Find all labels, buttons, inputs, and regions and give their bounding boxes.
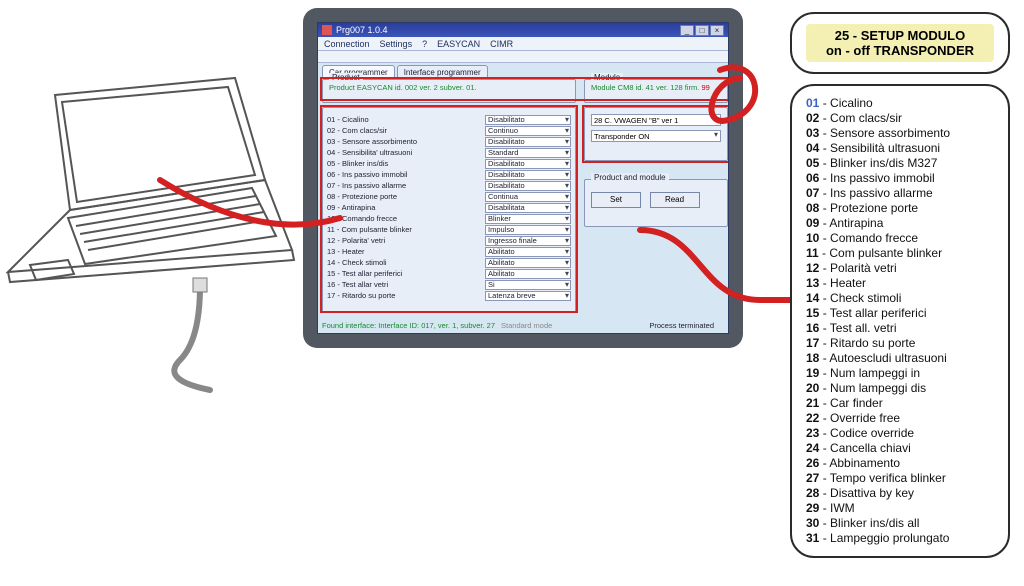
- side-item-number: 24: [806, 441, 819, 455]
- side-list-box: 01 - Cicalino02 - Com clacs/sir03 - Sens…: [790, 84, 1010, 558]
- side-list-item: 05 - Blinker ins/dis M327: [806, 156, 994, 171]
- status-found: Found interface: Interface ID: 017, ver.…: [322, 321, 495, 330]
- side-list-item: 16 - Test all. vetri: [806, 321, 994, 336]
- side-item-number: 14: [806, 291, 819, 305]
- side-list-item: 04 - Sensibilità ultrasuoni: [806, 141, 994, 156]
- maximize-button[interactable]: □: [695, 25, 709, 36]
- highlight-settings: [320, 105, 578, 313]
- side-header-line1: 25 - SETUP MODULO: [812, 28, 988, 43]
- side-item-number: 15: [806, 306, 819, 320]
- side-list-item: 29 - IWM: [806, 501, 994, 516]
- status-mode: Standard mode: [501, 321, 552, 330]
- highlight-modsel: [582, 105, 729, 163]
- side-list-item: 07 - Ins passivo allarme: [806, 186, 994, 201]
- side-item-number: 05: [806, 156, 819, 170]
- side-item-number: 01: [806, 96, 819, 110]
- side-item-number: 26: [806, 456, 819, 470]
- highlight-product: [320, 77, 729, 101]
- side-item-number: 19: [806, 366, 819, 380]
- side-list-item: 01 - Cicalino: [806, 96, 994, 111]
- app-icon: [322, 25, 332, 35]
- side-list-item: 09 - Antirapina: [806, 216, 994, 231]
- side-list-item: 18 - Autoescludi ultrasuoni: [806, 351, 994, 366]
- app-title: Prg007 1.0.4: [336, 25, 388, 35]
- menu-connection[interactable]: Connection: [324, 39, 370, 49]
- side-item-number: 29: [806, 501, 819, 515]
- side-item-number: 23: [806, 426, 819, 440]
- side-list-item: 22 - Override free: [806, 411, 994, 426]
- pm-legend: Product and module: [591, 173, 669, 182]
- side-item-number: 18: [806, 351, 819, 365]
- side-list-item: 03 - Sensore assorbimento: [806, 126, 994, 141]
- side-item-number: 12: [806, 261, 819, 275]
- product-module-group: Product and module Set Read: [584, 179, 728, 227]
- titlebar: Prg007 1.0.4 _ □ ×: [318, 23, 728, 37]
- close-button[interactable]: ×: [710, 25, 724, 36]
- side-list-item: 12 - Polarità vetri: [806, 261, 994, 276]
- side-item-number: 09: [806, 216, 819, 230]
- side-item-number: 06: [806, 171, 819, 185]
- side-item-number: 07: [806, 186, 819, 200]
- side-item-number: 30: [806, 516, 819, 530]
- read-button[interactable]: Read: [650, 192, 700, 208]
- side-list-item: 21 - Car finder: [806, 396, 994, 411]
- side-header: 25 - SETUP MODULO on - off TRANSPONDER: [806, 24, 994, 62]
- app-window: Prg007 1.0.4 _ □ × Connection Settings ?…: [317, 22, 729, 334]
- side-item-number: 02: [806, 111, 819, 125]
- side-list-item: 13 - Heater: [806, 276, 994, 291]
- menu-help[interactable]: ?: [422, 39, 427, 49]
- side-item-number: 10: [806, 231, 819, 245]
- side-list-item: 26 - Abbinamento: [806, 456, 994, 471]
- side-list-item: 06 - Ins passivo immobil: [806, 171, 994, 186]
- side-list-item: 28 - Disattiva by key: [806, 486, 994, 501]
- laptop-illustration: [0, 60, 300, 400]
- side-list-item: 10 - Comando frecce: [806, 231, 994, 246]
- side-item-number: 04: [806, 141, 819, 155]
- side-list-item: 11 - Com pulsante blinker: [806, 246, 994, 261]
- side-list-item: 15 - Test allar periferici: [806, 306, 994, 321]
- side-list-item: 20 - Num lampeggi dis: [806, 381, 994, 396]
- side-item-number: 21: [806, 396, 819, 410]
- menu-settings[interactable]: Settings: [380, 39, 413, 49]
- toolbar: [318, 51, 728, 63]
- menubar: Connection Settings ? EASYCAN CIMR: [318, 37, 728, 51]
- menu-cimr[interactable]: CIMR: [490, 39, 513, 49]
- side-list-item: 24 - Cancella chiavi: [806, 441, 994, 456]
- side-item-number: 27: [806, 471, 819, 485]
- status-bar: Found interface: Interface ID: 017, ver.…: [322, 319, 724, 331]
- side-list-item: 02 - Com clacs/sir: [806, 111, 994, 126]
- side-list-item: 19 - Num lampeggi in: [806, 366, 994, 381]
- side-list-item: 08 - Protezione porte: [806, 201, 994, 216]
- side-list-item: 30 - Blinker ins/dis all: [806, 516, 994, 531]
- side-item-number: 08: [806, 201, 819, 215]
- side-item-number: 20: [806, 381, 819, 395]
- status-process: Process terminated: [649, 321, 714, 330]
- side-item-number: 11: [806, 246, 819, 260]
- side-header-line2: on - off TRANSPONDER: [812, 43, 988, 58]
- side-item-number: 22: [806, 411, 819, 425]
- side-item-number: 03: [806, 126, 819, 140]
- side-item-number: 17: [806, 336, 819, 350]
- side-item-number: 28: [806, 486, 819, 500]
- side-item-number: 31: [806, 531, 819, 545]
- monitor-frame: Prg007 1.0.4 _ □ × Connection Settings ?…: [303, 8, 743, 348]
- side-header-box: 25 - SETUP MODULO on - off TRANSPONDER: [790, 12, 1010, 74]
- set-button[interactable]: Set: [591, 192, 641, 208]
- menu-easycan[interactable]: EASYCAN: [437, 39, 480, 49]
- side-list-item: 14 - Check stimoli: [806, 291, 994, 306]
- side-list-item: 23 - Codice override: [806, 426, 994, 441]
- side-list-item: 31 - Lampeggio prolungato: [806, 531, 994, 546]
- side-item-number: 16: [806, 321, 819, 335]
- side-list-item: 27 - Tempo verifica blinker: [806, 471, 994, 486]
- minimize-button[interactable]: _: [680, 25, 694, 36]
- side-list-item: 17 - Ritardo su porte: [806, 336, 994, 351]
- side-item-number: 13: [806, 276, 819, 290]
